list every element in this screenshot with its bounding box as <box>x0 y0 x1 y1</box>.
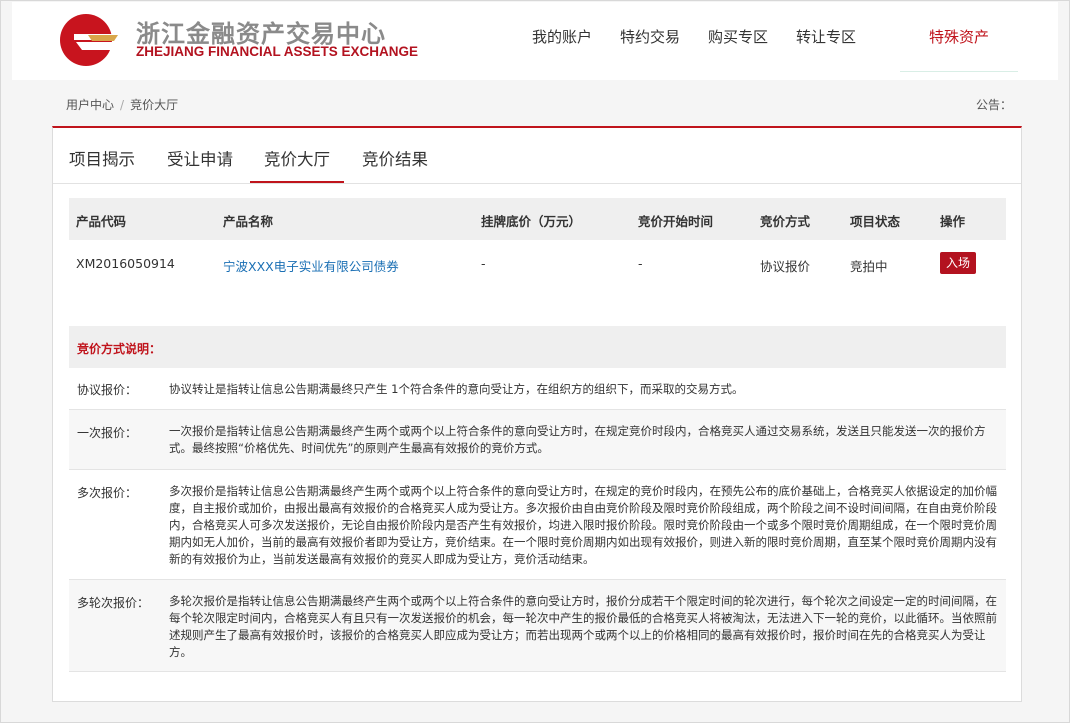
nav-my-account[interactable]: 我的账户 <box>532 26 592 52</box>
col-price: 挂牌底价（万元） <box>481 214 582 229</box>
desc-label: 多轮次报价： <box>77 596 150 610</box>
table-row: XM2016050914 宁波XXX电子实业有限公司债券 - - 协议报价 竞拍… <box>69 240 1006 286</box>
col-start-time: 竞价开始时间 <box>638 214 714 229</box>
cell-status: 竞拍中 <box>850 259 888 274</box>
col-method: 竞价方式 <box>760 214 811 229</box>
col-name: 产品名称 <box>223 214 274 229</box>
col-action: 操作 <box>940 214 966 229</box>
breadcrumb-current: 竞价大厅 <box>130 98 179 112</box>
notice-label[interactable]: 公告： <box>976 96 1012 113</box>
tab-bidding-result[interactable]: 竞价结果 <box>362 146 428 170</box>
col-status: 项目状态 <box>850 214 901 229</box>
breadcrumb: 用户中心 / 竞价大厅 <box>66 96 178 113</box>
tab-bar: 项目揭示 受让申请 竞价大厅 竞价结果 <box>53 128 1021 184</box>
desc-label: 协议报价： <box>77 383 138 397</box>
content-panel: 项目揭示 受让申请 竞价大厅 竞价结果 产品代码 产品名称 挂牌底价（万元） 竞… <box>52 126 1022 702</box>
col-code: 产品代码 <box>76 214 127 229</box>
tab-application[interactable]: 受让申请 <box>167 146 233 170</box>
method-description-title: 竞价方式说明： <box>77 342 162 356</box>
table-header: 产品代码 产品名称 挂牌底价（万元） 竞价开始时间 竞价方式 项目状态 操作 <box>69 198 1006 240</box>
bidding-table: 产品代码 产品名称 挂牌底价（万元） 竞价开始时间 竞价方式 项目状态 操作 X… <box>69 198 1006 286</box>
logo-en-text: ZHEJIANG FINANCIAL ASSETS EXCHANGE <box>136 44 419 59</box>
desc-text: 多轮次报价是指转让信息公告期满最终产生两个或两个以上符合条件的意向受让方时，报价… <box>169 594 997 659</box>
cell-method: 协议报价 <box>760 259 811 274</box>
cell-price: - <box>481 256 486 271</box>
cell-start-time: - <box>638 256 643 271</box>
tab-bidding-hall[interactable]: 竞价大厅 <box>250 146 344 183</box>
desc-text: 多次报价是指转让信息公告期满最终产生两个或两个以上符合条件的意向受让方时，在规定… <box>169 484 997 566</box>
desc-label: 一次报价： <box>77 426 138 440</box>
nav-special-assets[interactable]: 特殊资产 <box>900 26 1019 72</box>
desc-row-multiple: 多次报价： 多次报价是指转让信息公告期满最终产生两个或两个以上符合条件的意向受让… <box>69 470 1006 580</box>
method-description-header: 竞价方式说明： <box>69 326 1006 368</box>
desc-row-agreement: 协议报价： 协议转让是指转让信息公告期满最终只产生 1个符合条件的意向受让方，在… <box>69 368 1006 410</box>
main-nav: 我的账户 特约交易 购买专区 转让专区 特殊资产 <box>532 26 1046 72</box>
breadcrumb-home[interactable]: 用户中心 <box>66 98 114 112</box>
cell-name-link[interactable]: 宁波XXX电子实业有限公司债券 <box>223 256 399 275</box>
tab-project-disclosure[interactable]: 项目揭示 <box>69 146 135 170</box>
nav-special-trade[interactable]: 特约交易 <box>620 26 680 52</box>
site-header: 浙江金融资产交易中心 ZHEJIANG FINANCIAL ASSETS EXC… <box>12 2 1058 80</box>
desc-row-multi-round: 多轮次报价： 多轮次报价是指转让信息公告期满最终产生两个或两个以上符合条件的意向… <box>69 580 1006 672</box>
desc-label: 多次报价： <box>77 486 138 500</box>
logo-icon <box>60 14 124 66</box>
nav-purchase[interactable]: 购买专区 <box>708 26 768 52</box>
desc-row-single: 一次报价： 一次报价是指转让信息公告期满最终产生两个或两个以上符合条件的意向受让… <box>69 410 1006 470</box>
desc-text: 协议转让是指转让信息公告期满最终只产生 1个符合条件的意向受让方，在组织方的组织… <box>169 382 744 396</box>
cell-code: XM2016050914 <box>76 256 175 271</box>
enter-button[interactable]: 入场 <box>940 252 976 274</box>
breadcrumb-separator: / <box>120 98 125 112</box>
nav-transfer[interactable]: 转让专区 <box>796 26 856 52</box>
desc-text: 一次报价是指转让信息公告期满最终产生两个或两个以上符合条件的意向受让方时，在规定… <box>169 424 986 455</box>
